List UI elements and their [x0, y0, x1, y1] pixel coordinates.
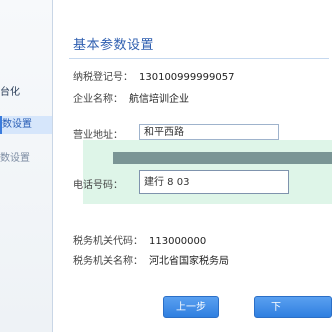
page-title: 基本参数设置	[73, 38, 155, 53]
highlight-bar	[113, 152, 332, 164]
main-panel: 基本参数设置 纳税登记号： 130100999999057 企业名称： 航信培训企业…	[53, 0, 332, 332]
prev-step-button[interactable]: 上一步	[163, 296, 219, 318]
sidebar: 台化 数设置 数设置	[0, 0, 53, 332]
tax-office-code-row: 税务机关代码： 113000000	[73, 232, 206, 247]
address-row: 营业地址：	[73, 126, 123, 141]
tax-office-code-label: 税务机关代码：	[73, 236, 143, 247]
phone-row: 电话号码：	[73, 176, 123, 191]
sidebar-item-init[interactable]: 台化	[0, 84, 52, 102]
company-value: 航信培训企业	[129, 94, 189, 105]
sidebar-item-basic-settings[interactable]: 数设置	[0, 116, 52, 134]
app-window: 台化 数设置 数设置 基本参数设置 纳税登记号： 130100999999057 …	[0, 0, 332, 332]
title-divider	[69, 58, 329, 59]
company-row: 企业名称： 航信培训企业	[73, 90, 189, 105]
sidebar-item-other-settings[interactable]: 数设置	[0, 150, 52, 168]
tax-office-code-value: 113000000	[149, 236, 207, 247]
tax-id-label: 纳税登记号：	[73, 72, 133, 83]
tax-office-name-label: 税务机关名称：	[73, 256, 143, 267]
phone-label: 电话号码：	[73, 180, 123, 191]
address-input[interactable]: 和平西路	[139, 124, 279, 140]
next-step-button[interactable]: 下	[254, 296, 332, 318]
tax-office-name-row: 税务机关名称： 河北省国家税务局	[73, 252, 229, 267]
tax-office-name-value: 河北省国家税务局	[149, 256, 229, 267]
address-label: 营业地址：	[73, 130, 123, 141]
phone-input[interactable]: 建行 8 03	[139, 170, 289, 194]
tax-id-row: 纳税登记号： 130100999999057	[73, 68, 234, 83]
tax-id-value: 130100999999057	[139, 72, 235, 83]
company-label: 企业名称：	[73, 94, 123, 105]
